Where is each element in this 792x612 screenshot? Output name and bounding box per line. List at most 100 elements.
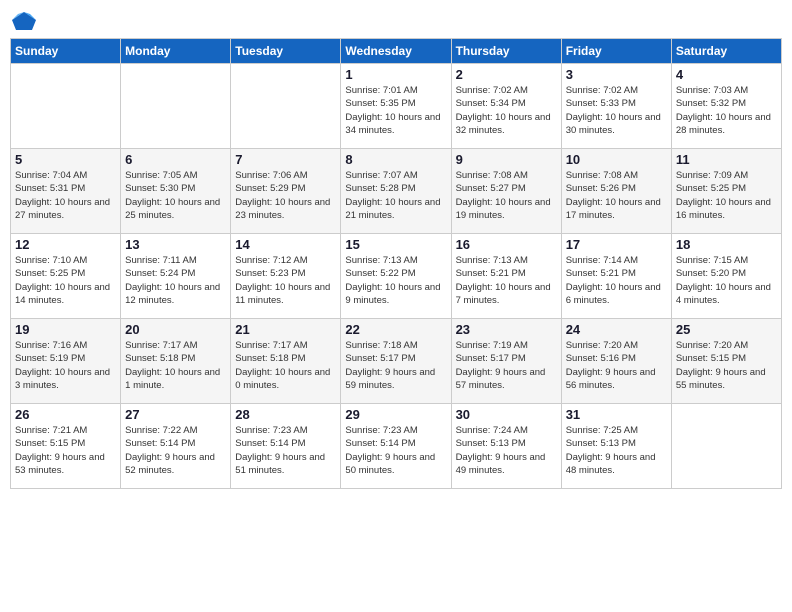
calendar-cell: 25Sunrise: 7:20 AM Sunset: 5:15 PM Dayli… [671, 319, 781, 404]
calendar-week-row: 26 Sunrise: 7:21 AM Sunset: 5:15 PM Dayli… [11, 404, 782, 489]
calendar-week-row: 12 Sunrise: 7:10 AM Sunset: 5:25 PM Dayli… [11, 234, 782, 319]
calendar-cell: 31Sunrise: 7:25 AM Sunset: 5:13 PM Dayli… [561, 404, 671, 489]
day-number: 10 [566, 152, 667, 167]
calendar-cell: 14 Sunrise: 7:12 AM Sunset: 5:23 PM Dayli… [231, 234, 341, 319]
calendar-week-row: 19 Sunrise: 7:16 AM Sunset: 5:19 PM Dayli… [11, 319, 782, 404]
day-number: 27 [125, 407, 226, 422]
calendar-header-saturday: Saturday [671, 39, 781, 64]
calendar-header-friday: Friday [561, 39, 671, 64]
calendar-cell: 4 Sunrise: 7:03 AM Sunset: 5:32 PM Daylig… [671, 64, 781, 149]
day-info: Sunrise: 7:23 AM Sunset: 5:14 PM Dayligh… [235, 424, 336, 477]
day-number: 5 [15, 152, 116, 167]
day-info: Sunrise: 7:03 AM Sunset: 5:32 PM Dayligh… [676, 84, 777, 137]
day-info: Sunrise: 7:13 AM Sunset: 5:21 PM Dayligh… [456, 254, 557, 307]
day-info: Sunrise: 7:10 AM Sunset: 5:25 PM Dayligh… [15, 254, 116, 307]
calendar-cell: 16Sunrise: 7:13 AM Sunset: 5:21 PM Dayli… [451, 234, 561, 319]
calendar-cell: 22 Sunrise: 7:18 AM Sunset: 5:17 PM Dayli… [341, 319, 451, 404]
day-number: 24 [566, 322, 667, 337]
calendar-cell: 1Sunrise: 7:01 AM Sunset: 5:35 PM Daylig… [341, 64, 451, 149]
calendar-cell: 20 Sunrise: 7:17 AM Sunset: 5:18 PM Dayli… [121, 319, 231, 404]
calendar-cell: 27 Sunrise: 7:22 AM Sunset: 5:14 PM Dayli… [121, 404, 231, 489]
day-info: Sunrise: 7:18 AM Sunset: 5:17 PM Dayligh… [345, 339, 446, 392]
day-info: Sunrise: 7:24 AM Sunset: 5:13 PM Dayligh… [456, 424, 557, 477]
day-info: Sunrise: 7:25 AM Sunset: 5:13 PM Dayligh… [566, 424, 667, 477]
day-info: Sunrise: 7:08 AM Sunset: 5:26 PM Dayligh… [566, 169, 667, 222]
calendar-cell: 26 Sunrise: 7:21 AM Sunset: 5:15 PM Dayli… [11, 404, 121, 489]
day-info: Sunrise: 7:04 AM Sunset: 5:31 PM Dayligh… [15, 169, 116, 222]
calendar-cell: 6 Sunrise: 7:05 AM Sunset: 5:30 PM Daylig… [121, 149, 231, 234]
calendar-cell: 19 Sunrise: 7:16 AM Sunset: 5:19 PM Dayli… [11, 319, 121, 404]
day-number: 2 [456, 67, 557, 82]
calendar-cell: 7 Sunrise: 7:06 AM Sunset: 5:29 PM Daylig… [231, 149, 341, 234]
calendar-cell: 13Sunrise: 7:11 AM Sunset: 5:24 PM Dayli… [121, 234, 231, 319]
day-info: Sunrise: 7:19 AM Sunset: 5:17 PM Dayligh… [456, 339, 557, 392]
calendar-cell: 9Sunrise: 7:08 AM Sunset: 5:27 PM Daylig… [451, 149, 561, 234]
day-number: 18 [676, 237, 777, 252]
day-number: 6 [125, 152, 226, 167]
calendar-week-row: 5 Sunrise: 7:04 AM Sunset: 5:31 PM Daylig… [11, 149, 782, 234]
day-number: 14 [235, 237, 336, 252]
day-number: 4 [676, 67, 777, 82]
calendar-cell: 5 Sunrise: 7:04 AM Sunset: 5:31 PM Daylig… [11, 149, 121, 234]
logo [10, 10, 42, 32]
day-number: 21 [235, 322, 336, 337]
logo-icon [10, 10, 38, 32]
calendar-cell: 29Sunrise: 7:23 AM Sunset: 5:14 PM Dayli… [341, 404, 451, 489]
day-info: Sunrise: 7:11 AM Sunset: 5:24 PM Dayligh… [125, 254, 226, 307]
day-number: 3 [566, 67, 667, 82]
calendar-cell: 21 Sunrise: 7:17 AM Sunset: 5:18 PM Dayli… [231, 319, 341, 404]
day-info: Sunrise: 7:17 AM Sunset: 5:18 PM Dayligh… [125, 339, 226, 392]
calendar-cell: 10 Sunrise: 7:08 AM Sunset: 5:26 PM Dayli… [561, 149, 671, 234]
calendar-cell: 17 Sunrise: 7:14 AM Sunset: 5:21 PM Dayli… [561, 234, 671, 319]
calendar-cell: 18 Sunrise: 7:15 AM Sunset: 5:20 PM Dayli… [671, 234, 781, 319]
calendar-cell [121, 64, 231, 149]
day-number: 29 [345, 407, 446, 422]
day-info: Sunrise: 7:06 AM Sunset: 5:29 PM Dayligh… [235, 169, 336, 222]
calendar-cell [11, 64, 121, 149]
day-info: Sunrise: 7:09 AM Sunset: 5:25 PM Dayligh… [676, 169, 777, 222]
calendar-header-tuesday: Tuesday [231, 39, 341, 64]
day-number: 1 [345, 67, 446, 82]
calendar-cell: 28 Sunrise: 7:23 AM Sunset: 5:14 PM Dayli… [231, 404, 341, 489]
header [10, 10, 782, 32]
day-info: Sunrise: 7:15 AM Sunset: 5:20 PM Dayligh… [676, 254, 777, 307]
calendar-cell: 12 Sunrise: 7:10 AM Sunset: 5:25 PM Dayli… [11, 234, 121, 319]
day-info: Sunrise: 7:12 AM Sunset: 5:23 PM Dayligh… [235, 254, 336, 307]
calendar: SundayMondayTuesdayWednesdayThursdayFrid… [10, 38, 782, 489]
calendar-cell: 3 Sunrise: 7:02 AM Sunset: 5:33 PM Daylig… [561, 64, 671, 149]
day-info: Sunrise: 7:07 AM Sunset: 5:28 PM Dayligh… [345, 169, 446, 222]
day-info: Sunrise: 7:02 AM Sunset: 5:34 PM Dayligh… [456, 84, 557, 137]
calendar-cell [671, 404, 781, 489]
calendar-cell: 24 Sunrise: 7:20 AM Sunset: 5:16 PM Dayli… [561, 319, 671, 404]
calendar-header-monday: Monday [121, 39, 231, 64]
day-info: Sunrise: 7:20 AM Sunset: 5:16 PM Dayligh… [566, 339, 667, 392]
calendar-header-wednesday: Wednesday [341, 39, 451, 64]
day-info: Sunrise: 7:05 AM Sunset: 5:30 PM Dayligh… [125, 169, 226, 222]
day-number: 7 [235, 152, 336, 167]
day-number: 26 [15, 407, 116, 422]
day-number: 20 [125, 322, 226, 337]
calendar-week-row: 1Sunrise: 7:01 AM Sunset: 5:35 PM Daylig… [11, 64, 782, 149]
calendar-cell: 30 Sunrise: 7:24 AM Sunset: 5:13 PM Dayli… [451, 404, 561, 489]
day-info: Sunrise: 7:22 AM Sunset: 5:14 PM Dayligh… [125, 424, 226, 477]
day-number: 19 [15, 322, 116, 337]
calendar-cell: 8 Sunrise: 7:07 AM Sunset: 5:28 PM Daylig… [341, 149, 451, 234]
day-number: 25 [676, 322, 777, 337]
day-number: 8 [345, 152, 446, 167]
day-number: 22 [345, 322, 446, 337]
calendar-cell: 15Sunrise: 7:13 AM Sunset: 5:22 PM Dayli… [341, 234, 451, 319]
day-info: Sunrise: 7:21 AM Sunset: 5:15 PM Dayligh… [15, 424, 116, 477]
calendar-cell: 23Sunrise: 7:19 AM Sunset: 5:17 PM Dayli… [451, 319, 561, 404]
day-info: Sunrise: 7:17 AM Sunset: 5:18 PM Dayligh… [235, 339, 336, 392]
day-number: 28 [235, 407, 336, 422]
day-info: Sunrise: 7:02 AM Sunset: 5:33 PM Dayligh… [566, 84, 667, 137]
day-number: 12 [15, 237, 116, 252]
calendar-cell: 11Sunrise: 7:09 AM Sunset: 5:25 PM Dayli… [671, 149, 781, 234]
day-number: 30 [456, 407, 557, 422]
day-number: 17 [566, 237, 667, 252]
day-info: Sunrise: 7:16 AM Sunset: 5:19 PM Dayligh… [15, 339, 116, 392]
calendar-cell [231, 64, 341, 149]
day-info: Sunrise: 7:13 AM Sunset: 5:22 PM Dayligh… [345, 254, 446, 307]
day-info: Sunrise: 7:14 AM Sunset: 5:21 PM Dayligh… [566, 254, 667, 307]
calendar-cell: 2 Sunrise: 7:02 AM Sunset: 5:34 PM Daylig… [451, 64, 561, 149]
